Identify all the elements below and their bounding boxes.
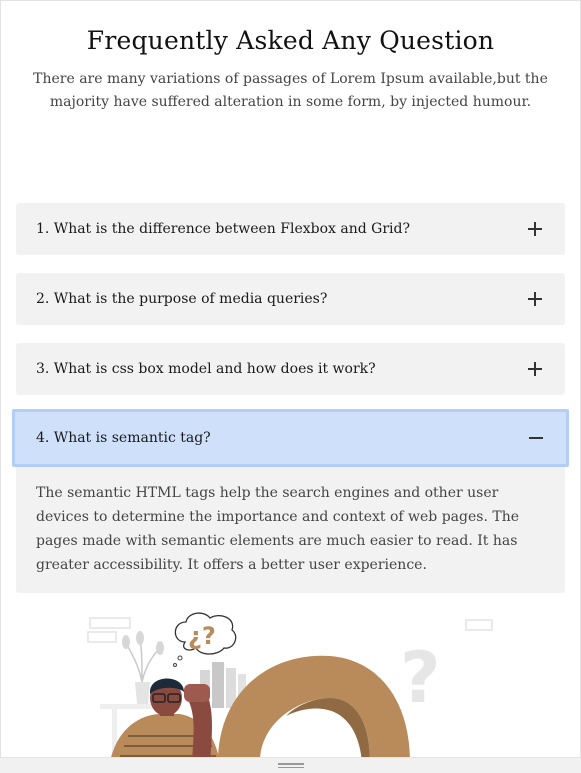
faq-question-text: 1. What is the difference between Flexbo… xyxy=(36,221,410,237)
plus-icon[interactable] xyxy=(527,221,543,237)
faq-item-4: 4. What is semantic tag? The semantic HT… xyxy=(12,409,569,593)
faq-question-text: 2. What is the purpose of media queries? xyxy=(36,291,328,307)
minus-icon[interactable] xyxy=(528,430,544,446)
faq-question-button[interactable]: 2. What is the purpose of media queries? xyxy=(16,273,565,325)
bubble-text: ¿? xyxy=(188,622,216,650)
drag-handle-icon[interactable] xyxy=(278,763,304,769)
faq-question-button[interactable]: 1. What is the difference between Flexbo… xyxy=(16,203,565,255)
faq-question-button[interactable]: 3. What is css box model and how does it… xyxy=(16,343,565,395)
plus-icon[interactable] xyxy=(527,291,543,307)
faq-item-3: 3. What is css box model and how does it… xyxy=(16,343,565,395)
plus-icon[interactable] xyxy=(527,361,543,377)
page-title: Frequently Asked Any Question xyxy=(86,26,495,55)
faq-item-1: 1. What is the difference between Flexbo… xyxy=(16,203,565,255)
grey-question-mark: ? xyxy=(400,637,441,719)
bottom-drag-handle-bar[interactable] xyxy=(0,757,581,773)
page-subtitle: There are many variations of passages of… xyxy=(33,71,548,110)
faq-answer: The semantic HTML tags help the search e… xyxy=(16,467,565,593)
faq-item-2: 2. What is the purpose of media queries? xyxy=(16,273,565,325)
faq-question-text: 3. What is css box model and how does it… xyxy=(36,361,376,377)
thinking-person-illustration: ¿? ? xyxy=(87,612,493,762)
faq-question-button[interactable]: 4. What is semantic tag? xyxy=(12,409,569,467)
faq-question-text: 4. What is semantic tag? xyxy=(36,430,211,446)
